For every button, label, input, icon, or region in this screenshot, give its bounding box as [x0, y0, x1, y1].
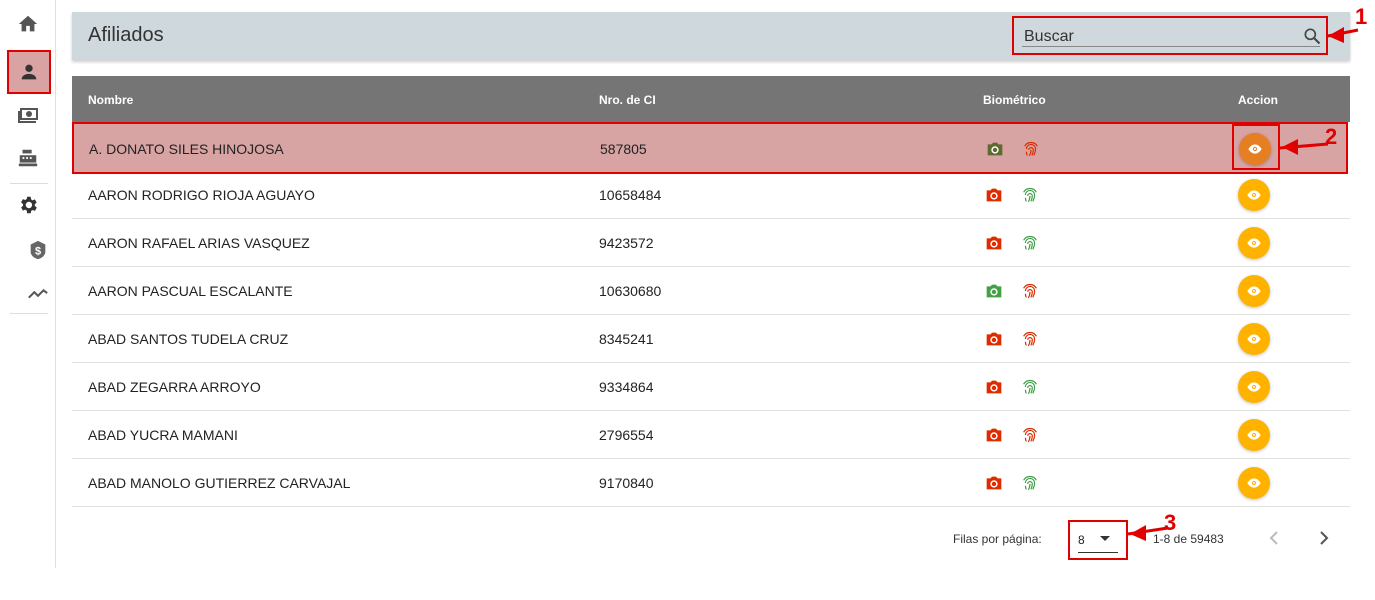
cell-nombre: A. DONATO SILES HINOJOSA	[89, 141, 284, 157]
search-input[interactable]	[1024, 26, 1304, 48]
eye-icon	[1247, 334, 1261, 344]
view-button[interactable]	[1238, 467, 1270, 499]
view-button[interactable]	[1238, 179, 1270, 211]
fingerprint-icon	[1023, 475, 1037, 491]
column-header-nombre[interactable]: Nombre	[88, 93, 133, 107]
fingerprint-icon	[1023, 427, 1037, 443]
cell-nombre: AARON RAFAEL ARIAS VASQUEZ	[88, 235, 310, 251]
eye-icon	[1247, 190, 1261, 200]
cell-ci: 9334864	[599, 379, 654, 395]
view-button[interactable]	[1238, 371, 1270, 403]
nav-afiliados[interactable]	[7, 50, 51, 94]
eye-icon	[1247, 238, 1261, 248]
column-header-biometrico: Biométrico	[983, 93, 1046, 107]
camera-icon	[986, 236, 1002, 250]
nav-divider	[10, 313, 48, 314]
view-button[interactable]	[1238, 419, 1270, 451]
camera-icon	[986, 476, 1002, 490]
nav-divider	[10, 183, 48, 184]
camera-icon	[986, 284, 1002, 298]
gear-icon	[21, 196, 37, 214]
nav-finance[interactable]: $	[18, 230, 58, 270]
camera-icon	[986, 428, 1002, 442]
cell-ci: 8345241	[599, 331, 654, 347]
view-button[interactable]	[1239, 133, 1271, 165]
cell-nombre: ABAD YUCRA MAMANI	[88, 427, 238, 443]
camera-icon	[986, 380, 1002, 394]
cell-ci: 2796554	[599, 427, 654, 443]
cell-nombre: AARON PASCUAL ESCALANTE	[88, 283, 293, 299]
cell-nombre: ABAD MANOLO GUTIERREZ CARVAJAL	[88, 475, 351, 491]
annotation-label-1: 1	[1355, 4, 1368, 29]
svg-text:$: $	[35, 246, 41, 258]
sidebar: $	[0, 0, 56, 568]
annotation-arrow-3-head	[1130, 525, 1146, 541]
annotation-label-2: 2	[1325, 124, 1338, 149]
camera-icon	[986, 188, 1002, 202]
table-row[interactable]: AARON RODRIGO RIOJA AGUAYO 10658484	[72, 171, 1350, 219]
cash-register-icon	[18, 149, 38, 167]
cell-ci: 9170840	[599, 475, 654, 491]
rows-per-page-select[interactable]: 8	[1068, 520, 1128, 560]
cell-ci: 587805	[600, 141, 647, 157]
rows-per-page-value: 8	[1078, 533, 1085, 547]
chevron-left-icon[interactable]	[1262, 526, 1286, 550]
column-header-ci[interactable]: Nro. de CI	[599, 93, 656, 107]
table-row[interactable]: A. DONATO SILES HINOJOSA 587805	[72, 122, 1348, 174]
cell-ci: 10630680	[599, 283, 662, 299]
chevron-down-icon	[1100, 536, 1110, 541]
nav-settings[interactable]	[8, 185, 48, 225]
eye-icon	[1248, 144, 1262, 154]
view-button[interactable]	[1238, 275, 1270, 307]
camera-icon	[987, 142, 1003, 156]
cell-ci: 9423572	[599, 235, 654, 251]
table-row[interactable]: ABAD YUCRA MAMANI 2796554	[72, 411, 1350, 459]
money-icon	[18, 108, 38, 123]
cell-nombre: AARON RODRIGO RIOJA AGUAYO	[88, 187, 315, 203]
header-bar: Afiliados	[72, 12, 1350, 60]
dollar-badge-icon: $	[30, 240, 46, 260]
fingerprint-icon	[1023, 283, 1037, 299]
table-row[interactable]: ABAD SANTOS TUDELA CRUZ 8345241	[72, 315, 1350, 363]
camera-icon	[986, 332, 1002, 346]
nav-money[interactable]	[8, 96, 48, 136]
nav-stats[interactable]	[18, 274, 58, 314]
page-title: Afiliados	[88, 24, 164, 46]
fingerprint-icon	[1023, 331, 1037, 347]
table-row[interactable]: AARON RAFAEL ARIAS VASQUEZ 9423572	[72, 219, 1350, 267]
fingerprint-icon	[1023, 187, 1037, 203]
fingerprint-icon	[1024, 141, 1038, 157]
fingerprint-icon	[1023, 379, 1037, 395]
search-underline	[1022, 46, 1320, 47]
view-button[interactable]	[1238, 227, 1270, 259]
chevron-right-icon[interactable]	[1312, 526, 1336, 550]
fingerprint-icon	[1023, 235, 1037, 251]
table-header: Nombre Nro. de CI Biométrico Accion	[72, 76, 1350, 122]
table-row[interactable]: ABAD MANOLO GUTIERREZ CARVAJAL 9170840	[72, 459, 1350, 507]
table-row[interactable]: ABAD ZEGARRA ARROYO 9334864	[72, 363, 1350, 411]
rows-per-page-label: Filas por página:	[953, 532, 1042, 546]
nav-home[interactable]	[8, 4, 48, 44]
trending-icon	[28, 289, 48, 299]
nav-cashier[interactable]	[8, 138, 48, 178]
home-icon	[18, 15, 38, 32]
annotation-label-3: 3	[1164, 510, 1177, 535]
column-header-accion: Accion	[1238, 93, 1279, 107]
select-underline	[1078, 552, 1118, 553]
search-box[interactable]	[1012, 16, 1328, 55]
person-icon	[21, 64, 37, 80]
cell-nombre: ABAD ZEGARRA ARROYO	[88, 379, 261, 395]
eye-icon	[1247, 430, 1261, 440]
cell-ci: 10658484	[599, 187, 662, 203]
search-icon[interactable]	[1302, 26, 1322, 46]
table-row[interactable]: AARON PASCUAL ESCALANTE 10630680	[72, 267, 1350, 315]
eye-icon	[1247, 478, 1261, 488]
eye-icon	[1247, 286, 1261, 296]
eye-icon	[1247, 382, 1261, 392]
view-button[interactable]	[1238, 323, 1270, 355]
cell-nombre: ABAD SANTOS TUDELA CRUZ	[88, 331, 289, 347]
